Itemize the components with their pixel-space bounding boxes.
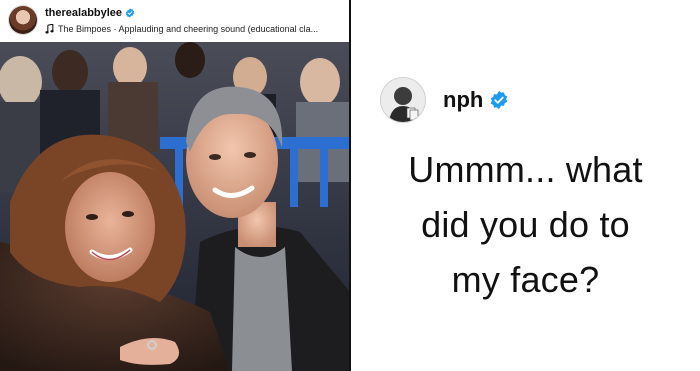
post-header: therealabbylee The Bimpoes · Applauding … [0, 0, 350, 42]
music-note-icon [45, 23, 54, 33]
post-avatar[interactable] [9, 6, 37, 34]
post-username[interactable]: therealabbylee [45, 7, 122, 19]
comment-line-2: did you do to [421, 204, 630, 245]
comment-avatar[interactable] [381, 78, 425, 122]
avatar-portrait [381, 78, 425, 122]
comment-username[interactable]: nph [443, 87, 483, 113]
post-audio-label: The Bimpoes · Applauding and cheering so… [58, 23, 319, 34]
verified-badge-icon [491, 90, 508, 110]
post-username-row[interactable]: therealabbylee [45, 6, 135, 20]
instagram-post: therealabbylee The Bimpoes · Applauding … [0, 0, 350, 371]
comment-username-row[interactable]: nph [443, 86, 509, 114]
post-audio-row[interactable]: The Bimpoes · Applauding and cheering so… [45, 22, 343, 35]
comment-text: Ummm... what did you do to my face? [351, 142, 700, 307]
post-photo[interactable] [0, 42, 350, 371]
comment-panel: nph Ummm... what did you do to my face? [351, 0, 700, 371]
comment-line-1: Ummm... what [408, 149, 643, 190]
photo-illustration [0, 42, 350, 371]
comment-line-3: my face? [451, 259, 600, 300]
verified-badge-icon [125, 8, 135, 18]
